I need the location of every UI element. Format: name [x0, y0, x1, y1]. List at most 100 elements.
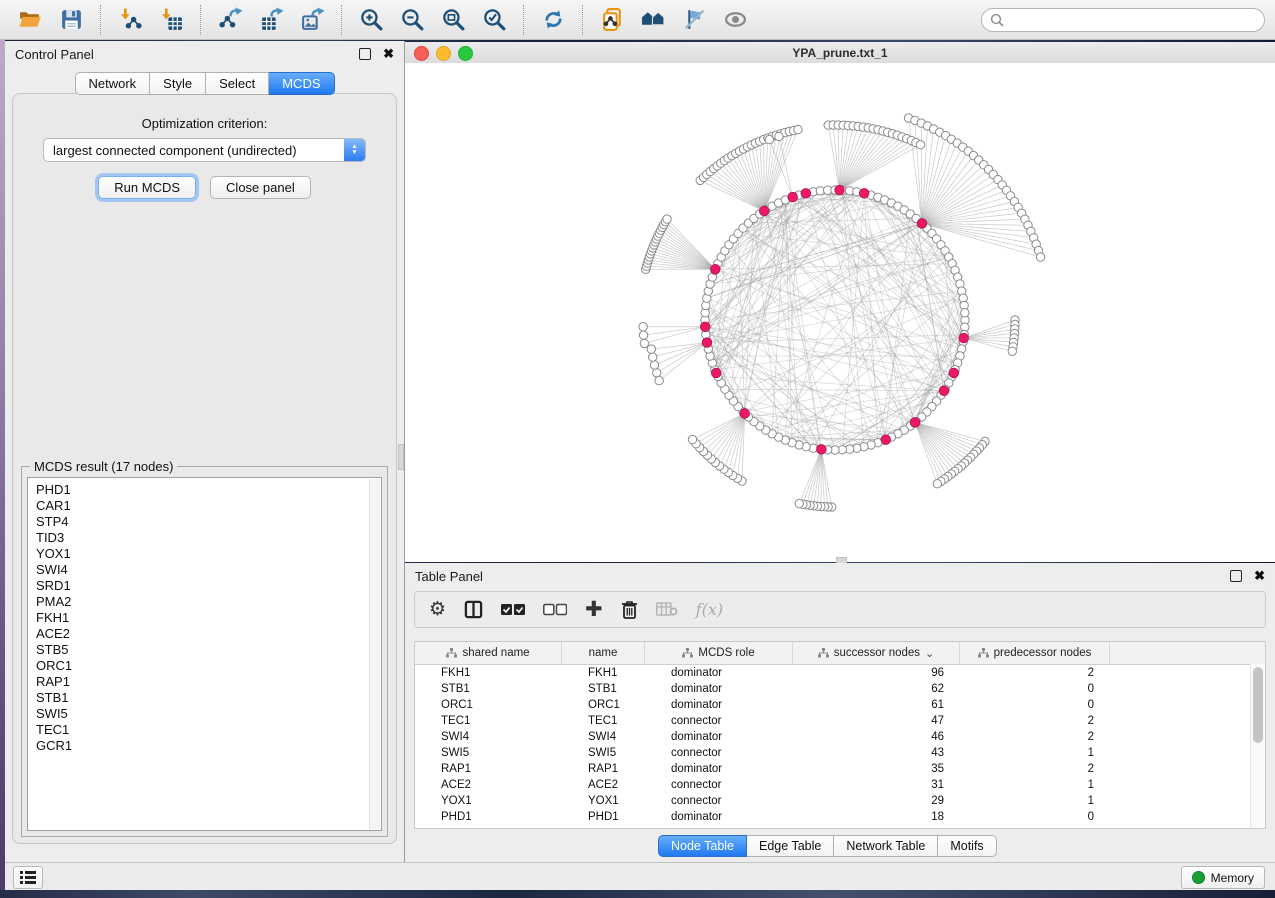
- search-input[interactable]: [1010, 12, 1256, 28]
- export-image-button[interactable]: [294, 5, 331, 34]
- table-row[interactable]: ORC1ORC1dominator610: [415, 697, 1265, 713]
- mcds-result-item[interactable]: CAR1: [36, 498, 363, 514]
- table-scrollbar-thumb[interactable]: [1253, 667, 1263, 743]
- mcds-result-item[interactable]: STB5: [36, 642, 363, 658]
- graph-hub-node[interactable]: [949, 368, 959, 378]
- memory-button[interactable]: Memory: [1181, 866, 1265, 889]
- zoom-fit-button[interactable]: [435, 5, 472, 34]
- mcds-result-item[interactable]: RAP1: [36, 674, 363, 690]
- graph-hub-node[interactable]: [835, 185, 845, 195]
- tab-network[interactable]: Network: [74, 72, 150, 95]
- float-window-icon[interactable]: [359, 48, 371, 60]
- zoom-in-button[interactable]: [353, 5, 390, 34]
- tab-style[interactable]: Style: [150, 72, 206, 95]
- graph-hub-node[interactable]: [801, 189, 811, 199]
- table-settings-button[interactable]: ⚙: [429, 600, 446, 619]
- table-float-window-icon[interactable]: [1230, 570, 1242, 582]
- open-file-button[interactable]: [12, 5, 49, 34]
- graph-hub-node[interactable]: [939, 386, 949, 396]
- zoom-out-button[interactable]: [394, 5, 431, 34]
- table-row[interactable]: SWI5SWI5connector431: [415, 745, 1265, 761]
- export-network-button[interactable]: [212, 5, 249, 34]
- table-row[interactable]: SWI4SWI4dominator462: [415, 729, 1265, 745]
- mcds-result-item[interactable]: FKH1: [36, 610, 363, 626]
- close-panel-icon[interactable]: ✖: [383, 46, 394, 62]
- graph-satellite-node[interactable]: [916, 141, 924, 149]
- mcds-result-item[interactable]: SRD1: [36, 578, 363, 594]
- column-header-predecessor-nodes[interactable]: predecessor nodes: [960, 642, 1110, 664]
- tab-mcds[interactable]: MCDS: [269, 72, 334, 95]
- show-eye-button[interactable]: [717, 5, 754, 34]
- graph-hub-node[interactable]: [959, 333, 969, 343]
- show-columns-button[interactable]: [464, 600, 483, 619]
- mcds-result-item[interactable]: ORC1: [36, 658, 363, 674]
- graph-hub-node[interactable]: [702, 338, 712, 348]
- graph-hub-node[interactable]: [711, 264, 721, 274]
- table-row[interactable]: STB1STB1dominator620: [415, 681, 1265, 697]
- graph-hub-node[interactable]: [817, 445, 827, 455]
- network-canvas[interactable]: [405, 63, 1275, 562]
- mcds-result-item[interactable]: GCR1: [36, 738, 363, 754]
- refresh-view-button[interactable]: [535, 5, 572, 34]
- graph-satellite-node[interactable]: [775, 132, 783, 140]
- import-table-button[interactable]: [153, 5, 190, 34]
- task-history-button[interactable]: [13, 866, 43, 889]
- run-mcds-button[interactable]: Run MCDS: [98, 176, 196, 199]
- graph-hub-node[interactable]: [711, 368, 721, 378]
- table-row[interactable]: ACE2ACE2connector311: [415, 777, 1265, 793]
- import-network-button[interactable]: [112, 5, 149, 34]
- graph-satellite-node[interactable]: [933, 480, 941, 488]
- export-table-button[interactable]: [253, 5, 290, 34]
- column-header-successor-nodes[interactable]: successor nodes⌄: [793, 642, 960, 664]
- mcds-result-item[interactable]: ACE2: [36, 626, 363, 642]
- table-row[interactable]: PHD1PHD1dominator180: [415, 809, 1265, 825]
- mcds-result-item[interactable]: PMA2: [36, 594, 363, 610]
- graph-satellite-node[interactable]: [647, 345, 655, 353]
- optimization-criterion-select[interactable]: largest connected component (undirected)…: [43, 138, 366, 162]
- mcds-result-item[interactable]: SWI5: [36, 706, 363, 722]
- select-all-button[interactable]: [501, 603, 525, 616]
- graph-satellite-node[interactable]: [655, 376, 663, 384]
- graph-satellite-node[interactable]: [663, 215, 671, 223]
- graph-satellite-node[interactable]: [653, 369, 661, 377]
- graph-satellite-node[interactable]: [639, 331, 647, 339]
- export-document-button[interactable]: [594, 5, 631, 34]
- hide-annotations-button[interactable]: [676, 5, 713, 34]
- tab-motifs[interactable]: Motifs: [938, 835, 996, 857]
- tab-node-table[interactable]: Node Table: [658, 835, 747, 857]
- graph-satellite-node[interactable]: [639, 323, 647, 331]
- graph-satellite-node[interactable]: [688, 435, 696, 443]
- table-row[interactable]: FKH1FKH1dominator962: [415, 665, 1265, 681]
- tab-network-table[interactable]: Network Table: [834, 835, 938, 857]
- column-header-name[interactable]: name: [562, 642, 645, 664]
- mcds-result-item[interactable]: YOX1: [36, 546, 363, 562]
- save-session-button[interactable]: [53, 5, 90, 34]
- mcds-result-item[interactable]: TEC1: [36, 722, 363, 738]
- mcds-result-item[interactable]: PHD1: [36, 482, 363, 498]
- mcds-result-scrollbar[interactable]: [369, 479, 380, 829]
- graph-hub-node[interactable]: [910, 418, 920, 428]
- maximize-window-icon[interactable]: [458, 46, 473, 61]
- graph-satellite-node[interactable]: [1036, 253, 1044, 261]
- table-row[interactable]: TEC1TEC1connector472: [415, 713, 1265, 729]
- mcds-result-item[interactable]: SWI4: [36, 562, 363, 578]
- graph-satellite-node[interactable]: [794, 125, 802, 133]
- graph-satellite-node[interactable]: [1008, 347, 1016, 355]
- vertical-splitter-grip[interactable]: [398, 444, 404, 470]
- mcds-result-item[interactable]: STP4: [36, 514, 363, 530]
- graph-hub-node[interactable]: [917, 219, 927, 229]
- network-graph[interactable]: [405, 63, 1275, 562]
- table-scrollbar[interactable]: [1250, 664, 1265, 828]
- mcds-result-list[interactable]: PHD1CAR1STP4TID3YOX1SWI4SRD1PMA2FKH1ACE2…: [27, 477, 382, 831]
- delete-column-button[interactable]: [621, 600, 638, 619]
- deselect-all-button[interactable]: [543, 603, 567, 616]
- zoom-selected-button[interactable]: [476, 5, 513, 34]
- mcds-result-item[interactable]: STB1: [36, 690, 363, 706]
- column-header-MCDS-role[interactable]: MCDS role: [645, 642, 793, 664]
- graph-hub-node[interactable]: [788, 192, 798, 202]
- network-window-titlebar[interactable]: YPA_prune.txt_1: [405, 42, 1275, 64]
- tab-select[interactable]: Select: [206, 72, 269, 95]
- minimize-window-icon[interactable]: [436, 46, 451, 61]
- graph-satellite-node[interactable]: [765, 135, 773, 143]
- graph-hub-node[interactable]: [700, 322, 710, 332]
